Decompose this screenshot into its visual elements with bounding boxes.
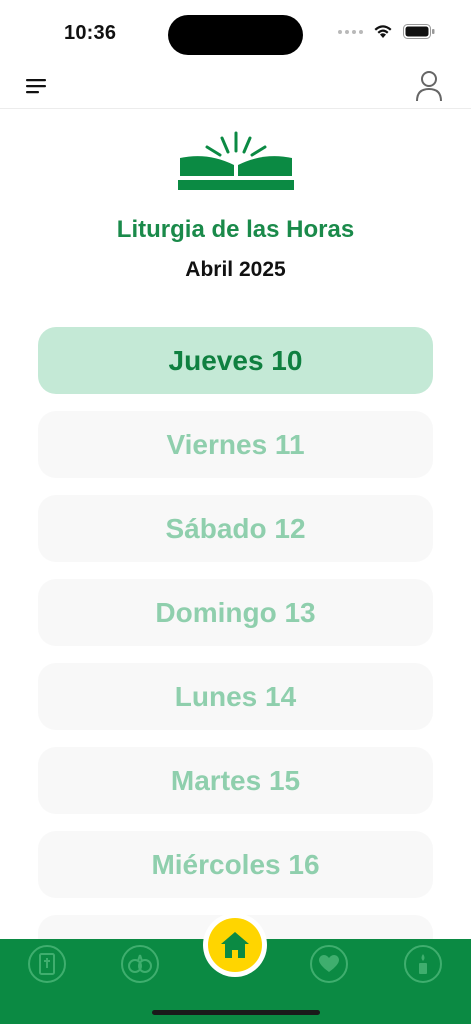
day-item[interactable]: Domingo 13 bbox=[38, 579, 433, 646]
day-item[interactable]: Lunes 14 bbox=[38, 663, 433, 730]
nav-prayer-button[interactable] bbox=[121, 945, 159, 983]
app-title: Liturgia de las Horas bbox=[116, 216, 355, 243]
candle-icon bbox=[419, 954, 427, 974]
month-title: Abril 2025 bbox=[185, 258, 286, 281]
home-button-ring bbox=[203, 913, 267, 977]
status-icons bbox=[338, 24, 435, 39]
open-book-logo-icon bbox=[178, 131, 294, 190]
nav-favorites-button[interactable] bbox=[310, 945, 348, 983]
day-item[interactable]: Sábado 12 bbox=[38, 495, 433, 562]
home-button[interactable] bbox=[208, 918, 262, 972]
home-icon bbox=[221, 932, 249, 958]
heart-icon bbox=[319, 955, 339, 972]
day-item[interactable]: Jueves 10 bbox=[38, 327, 433, 394]
hamburger-menu-icon bbox=[26, 79, 46, 94]
cellular-signal-icon bbox=[338, 29, 363, 34]
day-item[interactable]: Viernes 11 bbox=[38, 411, 433, 478]
day-item[interactable]: Miércoles 16 bbox=[38, 831, 433, 898]
bible-icon bbox=[39, 953, 55, 975]
day-item[interactable]: Martes 15 bbox=[38, 747, 433, 814]
profile-button[interactable] bbox=[415, 70, 443, 102]
nav-candle-button[interactable] bbox=[404, 945, 442, 983]
status-bar: 10:36 bbox=[0, 0, 471, 64]
home-indicator bbox=[152, 1010, 320, 1015]
top-app-bar bbox=[0, 64, 471, 109]
menu-button[interactable] bbox=[26, 76, 48, 96]
nav-bible-button[interactable] bbox=[28, 945, 66, 983]
status-time: 10:36 bbox=[64, 22, 117, 44]
wifi-icon bbox=[374, 25, 392, 38]
dynamic-island bbox=[168, 15, 303, 55]
hands-icon bbox=[128, 954, 152, 973]
day-list: Jueves 10 Viernes 11 Sábado 12 Domingo 1… bbox=[38, 327, 433, 999]
user-icon bbox=[416, 71, 442, 102]
battery-icon bbox=[403, 24, 435, 39]
